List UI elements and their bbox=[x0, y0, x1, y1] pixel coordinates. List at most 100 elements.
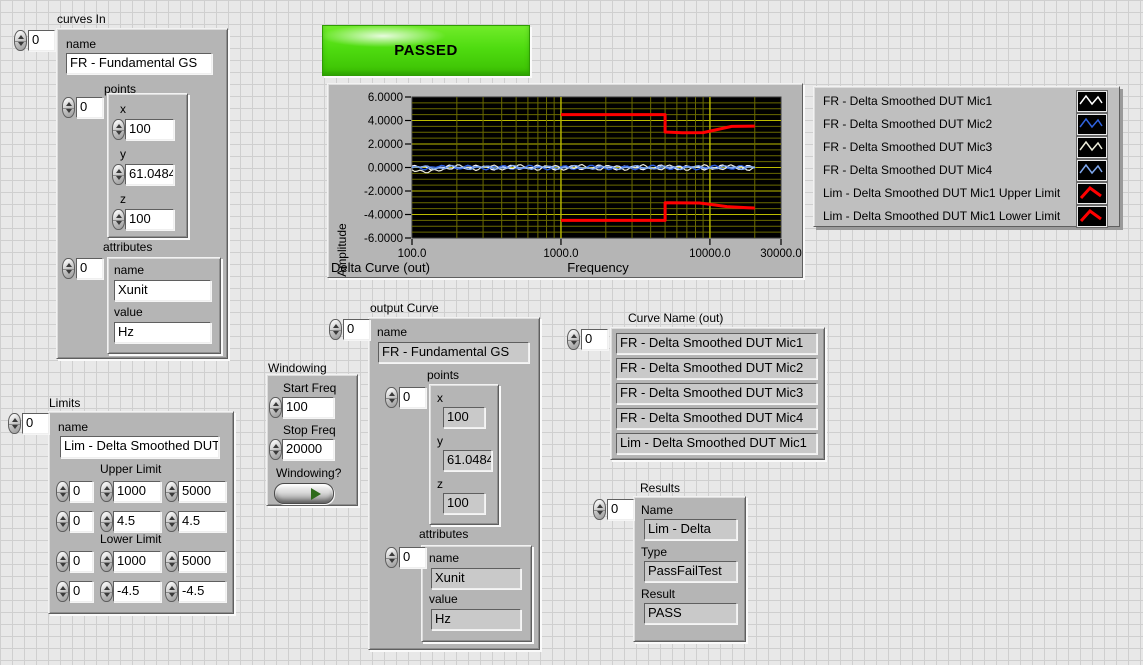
curves-in-name-field[interactable]: FR - Fundamental GS bbox=[66, 53, 212, 74]
curve-name-item: FR - Delta Smoothed DUT Mic2 bbox=[616, 358, 817, 379]
curves-in-index-field[interactable]: 0 bbox=[28, 30, 55, 51]
output-points-index-spinner[interactable] bbox=[385, 387, 398, 408]
result-result-label: Result bbox=[641, 587, 675, 601]
lower-limit-label: Lower Limit bbox=[100, 532, 161, 546]
output-attributes-index-field[interactable]: 0 bbox=[399, 547, 426, 568]
legend-line-sample[interactable] bbox=[1077, 137, 1107, 158]
passed-indicator: PASSED bbox=[322, 25, 530, 76]
points-index-field[interactable]: 0 bbox=[76, 97, 103, 118]
legend-line-sample[interactable] bbox=[1077, 91, 1107, 112]
curves-in-index-spinner[interactable] bbox=[14, 30, 27, 51]
lower-amp-0-spinner[interactable] bbox=[100, 581, 113, 602]
output-curve-label: output Curve bbox=[370, 301, 439, 315]
start-freq-field[interactable]: 100 bbox=[282, 397, 334, 418]
stop-freq-field[interactable]: 20000 bbox=[282, 439, 334, 460]
attributes-index-field[interactable]: 0 bbox=[76, 258, 103, 279]
limits-index-field[interactable]: 0 bbox=[22, 413, 49, 434]
z-label: z bbox=[120, 192, 126, 206]
upper-amp-1-spinner[interactable] bbox=[165, 511, 178, 532]
curve-name-index-field[interactable]: 0 bbox=[581, 329, 608, 350]
y-spinner[interactable] bbox=[112, 164, 125, 185]
curve-name-out-label: Curve Name (out) bbox=[628, 311, 723, 325]
lower-amp-1-field[interactable]: -4.5 bbox=[178, 581, 226, 602]
legend-row[interactable]: FR - Delta Smoothed DUT Mic3 bbox=[814, 136, 1119, 158]
limits-name-field[interactable]: Lim - Delta Smoothed DUT bbox=[60, 436, 219, 458]
upper-freq-0-spinner[interactable] bbox=[100, 481, 113, 502]
lower-freq-1-field[interactable]: 5000 bbox=[178, 551, 226, 572]
lower-freq-index-spinner[interactable] bbox=[56, 551, 69, 572]
delta-curve-graph: 6.00004.00002.00000.0000-2.0000-4.0000-6… bbox=[327, 83, 803, 278]
results-index-field[interactable]: 0 bbox=[607, 499, 634, 520]
result-result-field: PASS bbox=[644, 603, 737, 624]
upper-amp-index-spinner[interactable] bbox=[56, 511, 69, 532]
lower-freq-0-spinner[interactable] bbox=[100, 551, 113, 572]
output-attributes-label: attributes bbox=[419, 527, 468, 541]
upper-freq-0-field[interactable]: 1000 bbox=[113, 481, 161, 502]
legend-line-sample[interactable] bbox=[1077, 183, 1107, 204]
curve-name-index-spinner[interactable] bbox=[567, 329, 580, 350]
lower-amp-index-spinner[interactable] bbox=[56, 581, 69, 602]
legend-entry-label: FR - Delta Smoothed DUT Mic3 bbox=[814, 140, 992, 154]
svg-text:6.0000: 6.0000 bbox=[368, 92, 403, 104]
result-name-field: Lim - Delta bbox=[644, 519, 737, 540]
limits-index-spinner[interactable] bbox=[8, 413, 21, 434]
legend-line-sample[interactable] bbox=[1077, 206, 1107, 227]
lower-amp-1-spinner[interactable] bbox=[165, 581, 178, 602]
legend-row[interactable]: Lim - Delta Smoothed DUT Mic1 Upper Limi… bbox=[814, 182, 1119, 204]
legend-row[interactable]: FR - Delta Smoothed DUT Mic4 bbox=[814, 159, 1119, 181]
output-points-index-field[interactable]: 0 bbox=[399, 387, 426, 408]
upper-freq-index-spinner[interactable] bbox=[56, 481, 69, 502]
legend-line-sample[interactable] bbox=[1077, 114, 1107, 135]
y-field[interactable]: 61.0484 bbox=[125, 164, 174, 185]
x-spinner[interactable] bbox=[112, 119, 125, 140]
upper-amp-0-spinner[interactable] bbox=[100, 511, 113, 532]
output-x-label: x bbox=[437, 391, 443, 405]
points-index-spinner[interactable] bbox=[62, 97, 75, 118]
legend-entry-label: Lim - Delta Smoothed DUT Mic1 Upper Limi… bbox=[814, 186, 1060, 200]
upper-freq-1-field[interactable]: 5000 bbox=[178, 481, 226, 502]
start-freq-spinner[interactable] bbox=[269, 397, 282, 418]
lower-amp-index-field[interactable]: 0 bbox=[69, 581, 93, 602]
output-curve-index-spinner[interactable] bbox=[329, 319, 342, 340]
attributes-index-spinner[interactable] bbox=[62, 258, 75, 279]
upper-limit-label: Upper Limit bbox=[100, 462, 161, 476]
upper-amp-index-field[interactable]: 0 bbox=[69, 511, 93, 532]
lower-freq-index-field[interactable]: 0 bbox=[69, 551, 93, 572]
lower-freq-0-field[interactable]: 1000 bbox=[113, 551, 161, 572]
svg-text:4.0000: 4.0000 bbox=[368, 116, 403, 128]
x-field[interactable]: 100 bbox=[125, 119, 174, 140]
result-type-field: PassFailTest bbox=[644, 561, 737, 582]
legend-line-sample[interactable] bbox=[1077, 160, 1107, 181]
output-curve-index-field[interactable]: 0 bbox=[343, 319, 370, 340]
attr-value-field[interactable]: Hz bbox=[114, 322, 211, 343]
passed-indicator-label: PASSED bbox=[394, 42, 458, 59]
legend-row[interactable]: FR - Delta Smoothed DUT Mic2 bbox=[814, 113, 1119, 135]
curves-in-label: curves In bbox=[57, 12, 106, 26]
upper-freq-1-spinner[interactable] bbox=[165, 481, 178, 502]
upper-amp-0-field[interactable]: 4.5 bbox=[113, 511, 161, 532]
legend-row[interactable]: Lim - Delta Smoothed DUT Mic1 Lower Limi… bbox=[814, 205, 1119, 227]
z-spinner[interactable] bbox=[112, 209, 125, 230]
attr-name-field[interactable]: Xunit bbox=[114, 280, 211, 301]
stop-freq-spinner[interactable] bbox=[269, 439, 282, 460]
legend-row[interactable]: FR - Delta Smoothed DUT Mic1 bbox=[814, 90, 1119, 112]
z-field[interactable]: 100 bbox=[125, 209, 174, 230]
attributes-label: attributes bbox=[103, 240, 152, 254]
legend-entry-label: FR - Delta Smoothed DUT Mic1 bbox=[814, 94, 992, 108]
graph-name-label: Delta Curve (out) bbox=[331, 260, 430, 275]
lower-amp-0-field[interactable]: -4.5 bbox=[113, 581, 161, 602]
output-attr-name-label: name bbox=[429, 551, 459, 565]
output-points-label: points bbox=[427, 368, 459, 382]
lower-freq-1-spinner[interactable] bbox=[165, 551, 178, 572]
output-attributes-index-spinner[interactable] bbox=[385, 547, 398, 568]
results-index-spinner[interactable] bbox=[593, 499, 606, 520]
curve-name-item: FR - Delta Smoothed DUT Mic4 bbox=[616, 408, 817, 429]
x-axis-title: Frequency bbox=[518, 260, 678, 275]
svg-text:-6.0000: -6.0000 bbox=[364, 233, 403, 245]
output-x-field: 100 bbox=[443, 407, 485, 428]
y-label: y bbox=[120, 147, 126, 161]
svg-text:-2.0000: -2.0000 bbox=[364, 186, 403, 198]
upper-freq-index-field[interactable]: 0 bbox=[69, 481, 93, 502]
upper-amp-1-field[interactable]: 4.5 bbox=[178, 511, 226, 532]
windowing-toggle-button[interactable] bbox=[274, 483, 334, 504]
